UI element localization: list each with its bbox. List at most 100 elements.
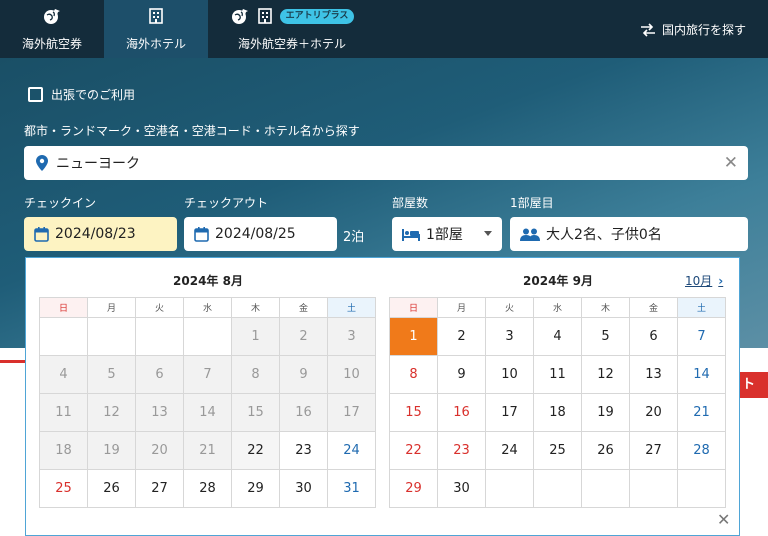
checkbox-box[interactable] bbox=[28, 87, 43, 102]
calendar-day[interactable]: 30 bbox=[279, 469, 328, 508]
guests-field[interactable]: 大人2名、子供0名 bbox=[510, 217, 748, 251]
guests-label: 1部屋目 bbox=[510, 196, 554, 210]
calendar-day[interactable]: 8 bbox=[389, 355, 438, 394]
rooms-value: 1部屋 bbox=[426, 227, 463, 243]
calendar-day: 12 bbox=[87, 393, 136, 432]
side-banner-left bbox=[0, 360, 26, 536]
calendar-day: 4 bbox=[39, 355, 88, 394]
calendar-day[interactable]: 21 bbox=[677, 393, 726, 432]
destination-value: ニューヨーク bbox=[56, 156, 140, 172]
calendar-day[interactable]: 22 bbox=[389, 431, 438, 470]
calendar-day[interactable]: 6 bbox=[629, 317, 678, 356]
calendar-day[interactable]: 24 bbox=[327, 431, 376, 470]
tab-flights-plus-hotels[interactable]: エアトリプラス 海外航空券＋ホテル bbox=[208, 0, 376, 58]
weekday-header: 土 bbox=[327, 297, 376, 318]
calendar-grid-august: 日月火水木金土 1 2 3 4 5 6 7 8 9 10 11 12 13 14 15 16 17 18 19 20 21… bbox=[39, 297, 376, 508]
calendar-day[interactable]: 9 bbox=[437, 355, 486, 394]
calendar-day[interactable]: 4 bbox=[533, 317, 582, 356]
calendar-day[interactable]: 23 bbox=[279, 431, 328, 470]
weekday-header: 火 bbox=[135, 297, 184, 318]
calendar-day[interactable]: 29 bbox=[389, 469, 438, 508]
next-month-link[interactable]: 10月 › bbox=[685, 272, 723, 289]
calendar-day[interactable]: 19 bbox=[581, 393, 630, 432]
weekday-header: 火 bbox=[485, 297, 534, 318]
close-icon[interactable]: ✕ bbox=[724, 153, 738, 173]
calendar-day: 1 bbox=[231, 317, 280, 356]
calendar-day[interactable]: 26 bbox=[87, 469, 136, 508]
calendar-day[interactable]: 13 bbox=[629, 355, 678, 394]
calendar-day[interactable]: 11 bbox=[533, 355, 582, 394]
calendar-day: 10 bbox=[327, 355, 376, 394]
calendar-day[interactable]: 23 bbox=[437, 431, 486, 470]
calendar-day[interactable]: 31 bbox=[327, 469, 376, 508]
calendar-day: 17 bbox=[327, 393, 376, 432]
calendar-day: 5 bbox=[87, 355, 136, 394]
calendar-day[interactable]: 22 bbox=[231, 431, 280, 470]
calendar-day[interactable]: 24 bbox=[485, 431, 534, 470]
calendar-day: 8 bbox=[231, 355, 280, 394]
checkin-field[interactable]: 2024/08/23 bbox=[24, 217, 177, 251]
weekday-header: 金 bbox=[629, 297, 678, 318]
domestic-travel-link[interactable]: 国内旅行を探す bbox=[640, 21, 746, 38]
calendar-day[interactable]: 12 bbox=[581, 355, 630, 394]
calendar-day[interactable]: 10 bbox=[485, 355, 534, 394]
calendar-day[interactable]: 28 bbox=[183, 469, 232, 508]
calendar-day[interactable]: 20 bbox=[629, 393, 678, 432]
calendar-day: 13 bbox=[135, 393, 184, 432]
rooms-label: 部屋数 bbox=[392, 196, 429, 210]
weekday-header: 日 bbox=[39, 297, 88, 318]
calendar-day: 15 bbox=[231, 393, 280, 432]
destination-input[interactable]: ニューヨーク ✕ bbox=[24, 146, 748, 180]
calendar-day[interactable]: 25 bbox=[533, 431, 582, 470]
calendar-day[interactable]: 14 bbox=[677, 355, 726, 394]
calendar-day[interactable]: 3 bbox=[485, 317, 534, 356]
calendar-day[interactable]: 15 bbox=[389, 393, 438, 432]
calendar-day[interactable]: 28 bbox=[677, 431, 726, 470]
globe-plane-icon bbox=[231, 9, 248, 24]
calendar-day: 11 bbox=[39, 393, 88, 432]
calendar-day[interactable]: 26 bbox=[581, 431, 630, 470]
month-title: 2024年 8月 bbox=[173, 274, 243, 288]
checkout-label: チェックアウト bbox=[184, 196, 269, 210]
calendar-empty-cell bbox=[87, 317, 136, 356]
calendar-day[interactable]: 1 bbox=[389, 317, 438, 356]
calendar-empty-cell bbox=[485, 469, 534, 508]
business-trip-checkbox[interactable]: 出張でのご利用 bbox=[28, 86, 135, 103]
calendar-day[interactable]: 2 bbox=[437, 317, 486, 356]
month-title: 2024年 9月 bbox=[523, 274, 593, 288]
calendar-day[interactable]: 17 bbox=[485, 393, 534, 432]
weekday-header: 水 bbox=[533, 297, 582, 318]
calendar-day: 16 bbox=[279, 393, 328, 432]
calendar-empty-cell bbox=[39, 317, 88, 356]
calendar-day: 9 bbox=[279, 355, 328, 394]
weekday-header: 水 bbox=[183, 297, 232, 318]
calendar-day: 3 bbox=[327, 317, 376, 356]
destination-label: 都市・ランドマーク・空港名・空港コード・ホテル名から探す bbox=[24, 124, 360, 138]
calendar-day[interactable]: 27 bbox=[135, 469, 184, 508]
rooms-select[interactable]: 1部屋 bbox=[392, 217, 502, 251]
calendar-day[interactable]: 18 bbox=[533, 393, 582, 432]
tab-label: 海外航空券＋ホテル bbox=[237, 37, 346, 51]
weekday-header: 日 bbox=[389, 297, 438, 318]
next-month-label: 10月 bbox=[685, 274, 713, 288]
calendar-day[interactable]: 5 bbox=[581, 317, 630, 356]
tab-overseas-hotels[interactable]: 海外ホテル bbox=[104, 0, 208, 58]
bed-icon bbox=[402, 228, 420, 241]
calendar-day: 2 bbox=[279, 317, 328, 356]
calendar-icon bbox=[34, 226, 49, 242]
calendar-day[interactable]: 29 bbox=[231, 469, 280, 508]
calendar-day: 20 bbox=[135, 431, 184, 470]
calendar-day: 19 bbox=[87, 431, 136, 470]
swap-arrows-icon bbox=[640, 22, 655, 37]
checkout-field[interactable]: 2024/08/25 bbox=[184, 217, 337, 251]
calendar-day: 21 bbox=[183, 431, 232, 470]
calendar-day[interactable]: 25 bbox=[39, 469, 88, 508]
business-trip-label: 出張でのご利用 bbox=[51, 88, 136, 102]
calendar-day[interactable]: 27 bbox=[629, 431, 678, 470]
calendar-day[interactable]: 7 bbox=[677, 317, 726, 356]
close-icon[interactable]: ✕ bbox=[717, 510, 730, 529]
calendar-day[interactable]: 16 bbox=[437, 393, 486, 432]
tab-overseas-flights[interactable]: 海外航空券 bbox=[0, 0, 104, 58]
calendar-day: 7 bbox=[183, 355, 232, 394]
calendar-day[interactable]: 30 bbox=[437, 469, 486, 508]
